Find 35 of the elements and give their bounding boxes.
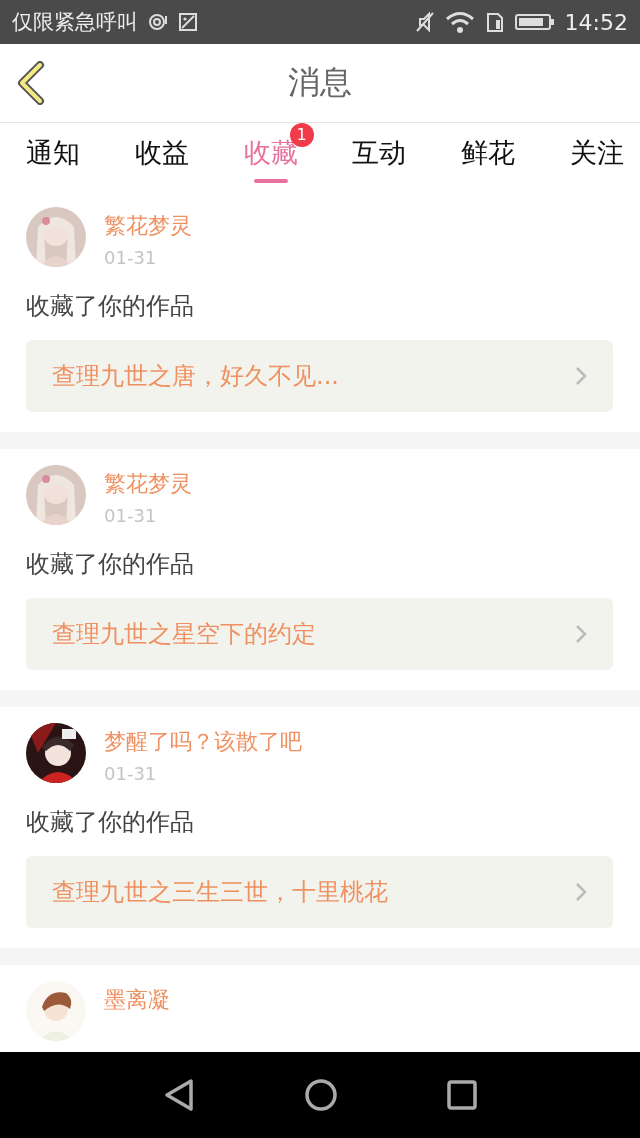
tab[interactable]: 通知 <box>10 123 96 183</box>
date-text: 01-31 <box>104 505 158 526</box>
message-text: 收藏了你的作品 <box>26 291 195 322</box>
carrier-text: 仅限紧急呼叫 <box>12 9 138 36</box>
tab[interactable]: 关注 <box>554 123 640 183</box>
mute-icon <box>414 11 435 33</box>
tab[interactable]: 互动 <box>336 123 423 183</box>
wifi-icon <box>444 11 475 33</box>
message-text: 收藏了你的作品 <box>26 549 195 580</box>
work-link[interactable]: 查理九世之唐，好久不见... <box>26 340 613 412</box>
user-name[interactable]: 梦醒了吗？该散了吧 <box>104 727 302 757</box>
image-icon <box>178 12 198 32</box>
chevron-icon <box>575 624 587 644</box>
sim-card-icon <box>484 11 505 33</box>
home-icon[interactable] <box>305 1079 337 1111</box>
work-link[interactable]: 查理九世之三生三世，十里桃花 <box>26 856 613 928</box>
hotspot-icon <box>148 12 168 32</box>
tab[interactable]: 收益 <box>118 123 205 183</box>
chevron-icon <box>575 366 587 386</box>
battery-icon <box>514 12 555 32</box>
tab-underline <box>253 179 288 183</box>
date-text: 01-31 <box>104 763 158 784</box>
recents-icon[interactable] <box>447 1080 477 1110</box>
date-text: 01-31 <box>104 247 158 268</box>
user-name[interactable]: 繁花梦灵 <box>104 469 192 499</box>
user-name[interactable]: 墨离凝 <box>104 985 170 1015</box>
chevron-icon <box>16 61 46 105</box>
tab[interactable]: 鲜花 <box>445 123 532 183</box>
work-link[interactable]: 查理九世之星空下的约定 <box>26 598 613 670</box>
user-name[interactable]: 繁花梦灵 <box>104 211 192 241</box>
back-icon[interactable] <box>163 1078 195 1112</box>
clock-text: 14:52 <box>564 9 628 35</box>
page-title: 消息 <box>288 62 352 103</box>
chevron-icon <box>575 882 587 902</box>
message-text: 收藏了你的作品 <box>26 807 195 838</box>
